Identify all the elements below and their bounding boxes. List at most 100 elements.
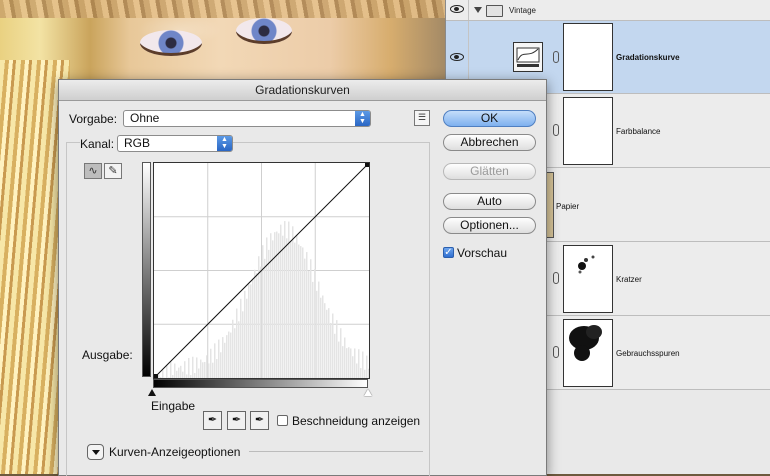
preset-select[interactable]: Ohne ▲▼ — [123, 110, 371, 127]
preview-label[interactable]: Vorschau — [457, 246, 507, 260]
histogram-bar — [302, 247, 304, 378]
histogram-bar — [314, 269, 316, 378]
histogram-bar — [272, 240, 274, 378]
histogram-bar — [346, 348, 348, 378]
histogram-bar — [176, 371, 178, 378]
histogram-bar — [252, 279, 254, 378]
chain-link-icon[interactable] — [553, 51, 559, 63]
select-arrows-icon: ▲▼ — [217, 136, 232, 151]
right-eye — [236, 18, 292, 44]
histogram-bar — [170, 362, 172, 378]
histogram-bar — [338, 342, 340, 378]
curve-white-point[interactable] — [365, 163, 369, 167]
histogram-bar — [206, 355, 208, 378]
histogram-bar — [264, 259, 266, 378]
histogram-bar — [238, 321, 240, 378]
histogram-bar — [276, 232, 278, 378]
preset-menu-icon[interactable]: ☰ — [414, 110, 430, 126]
histogram-bar — [278, 233, 280, 378]
histogram-bar — [324, 303, 326, 378]
pencil-tool[interactable]: ✎ — [104, 163, 122, 179]
clipping-label[interactable]: Beschneidung anzeigen — [292, 414, 420, 428]
auto-button[interactable]: Auto — [443, 193, 536, 210]
channel-label: Kanal: — [80, 137, 117, 151]
curve-black-point[interactable] — [154, 374, 158, 378]
histogram-bar — [274, 232, 276, 378]
layer-thumbnail[interactable] — [546, 172, 554, 238]
histogram-bar — [218, 340, 220, 378]
eye-icon — [450, 5, 464, 13]
histogram-bar — [166, 365, 168, 378]
layer-name: Kratzer — [616, 275, 642, 284]
visibility-toggle[interactable] — [446, 0, 469, 20]
histogram-bar — [336, 320, 338, 378]
layer-group-row[interactable]: Vintage — [446, 0, 770, 21]
histogram-bar — [320, 298, 322, 378]
eyedropper-gray-icon: ✒ — [232, 414, 241, 426]
histogram-bar — [352, 356, 354, 378]
histogram-bar — [216, 359, 218, 378]
display-options-disclosure-button[interactable] — [87, 444, 104, 460]
layer-mask-thumbnail[interactable] — [563, 23, 613, 91]
options-button[interactable]: Optionen... — [443, 217, 536, 234]
layer-mask-thumbnail[interactable] — [563, 245, 613, 313]
histogram-bar — [288, 222, 290, 378]
histogram-bar — [300, 246, 302, 378]
eye-icon — [450, 53, 464, 61]
chain-link-icon[interactable] — [553, 124, 559, 136]
histogram-bar — [310, 259, 312, 378]
histogram-bar — [230, 333, 232, 378]
chain-link-icon[interactable] — [553, 346, 559, 358]
layer-name: Papier — [556, 202, 579, 211]
histogram-bar — [282, 236, 284, 378]
histogram-bar — [168, 377, 170, 378]
histogram-bar — [342, 346, 344, 378]
left-eye — [140, 30, 202, 56]
layer-mask-thumbnail[interactable] — [563, 97, 613, 165]
chain-link-icon[interactable] — [553, 272, 559, 284]
preview-checkbox[interactable]: ✓ — [443, 247, 454, 258]
dialog-title[interactable]: Gradationskurven — [59, 80, 546, 101]
channel-value: RGB — [124, 136, 150, 150]
histogram-bar — [174, 364, 176, 378]
histogram-bar — [268, 250, 270, 378]
eyedropper-white-button[interactable]: ✒ — [250, 411, 269, 430]
histogram-bar — [200, 360, 202, 378]
histogram-bar — [210, 349, 212, 378]
histogram-bar — [202, 362, 204, 378]
preset-value: Ohne — [130, 111, 159, 125]
disclosure-triangle-icon[interactable] — [474, 7, 482, 13]
histogram-bar — [292, 226, 294, 378]
black-point-slider[interactable] — [148, 389, 156, 396]
eyedropper-black-icon: ✒ — [208, 414, 217, 426]
clipping-checkbox[interactable] — [277, 415, 288, 426]
channel-select[interactable]: RGB ▲▼ — [117, 135, 233, 152]
histogram-bar — [266, 237, 268, 378]
white-point-slider[interactable] — [364, 389, 372, 396]
headband — [0, 0, 445, 18]
ok-button[interactable]: OK — [443, 110, 536, 127]
histogram-bar — [254, 270, 256, 378]
curve-point-tool[interactable]: ∿ — [84, 163, 102, 179]
histogram-bar — [194, 373, 196, 378]
eyedropper-black-button[interactable]: ✒ — [203, 411, 222, 430]
histogram-bar — [312, 282, 314, 378]
histogram-bar — [240, 299, 242, 378]
histogram-bar — [286, 238, 288, 378]
histogram-bar — [184, 361, 186, 378]
cancel-button[interactable]: Abbrechen — [443, 134, 536, 151]
histogram-bar — [182, 372, 184, 378]
histogram-bar — [294, 243, 296, 378]
histogram-bar — [270, 233, 272, 378]
folder-icon — [486, 5, 503, 17]
histogram-bar — [362, 352, 364, 378]
layer-mask-thumbnail[interactable] — [563, 319, 613, 387]
histogram-bar — [284, 221, 286, 378]
histogram-bar — [208, 363, 210, 378]
histogram-bar — [354, 348, 356, 378]
histogram-bar — [190, 375, 192, 378]
display-options-divider — [249, 451, 423, 452]
histogram-bar — [234, 328, 236, 378]
curve-graph[interactable] — [153, 162, 370, 379]
eyedropper-gray-button[interactable]: ✒ — [227, 411, 246, 430]
